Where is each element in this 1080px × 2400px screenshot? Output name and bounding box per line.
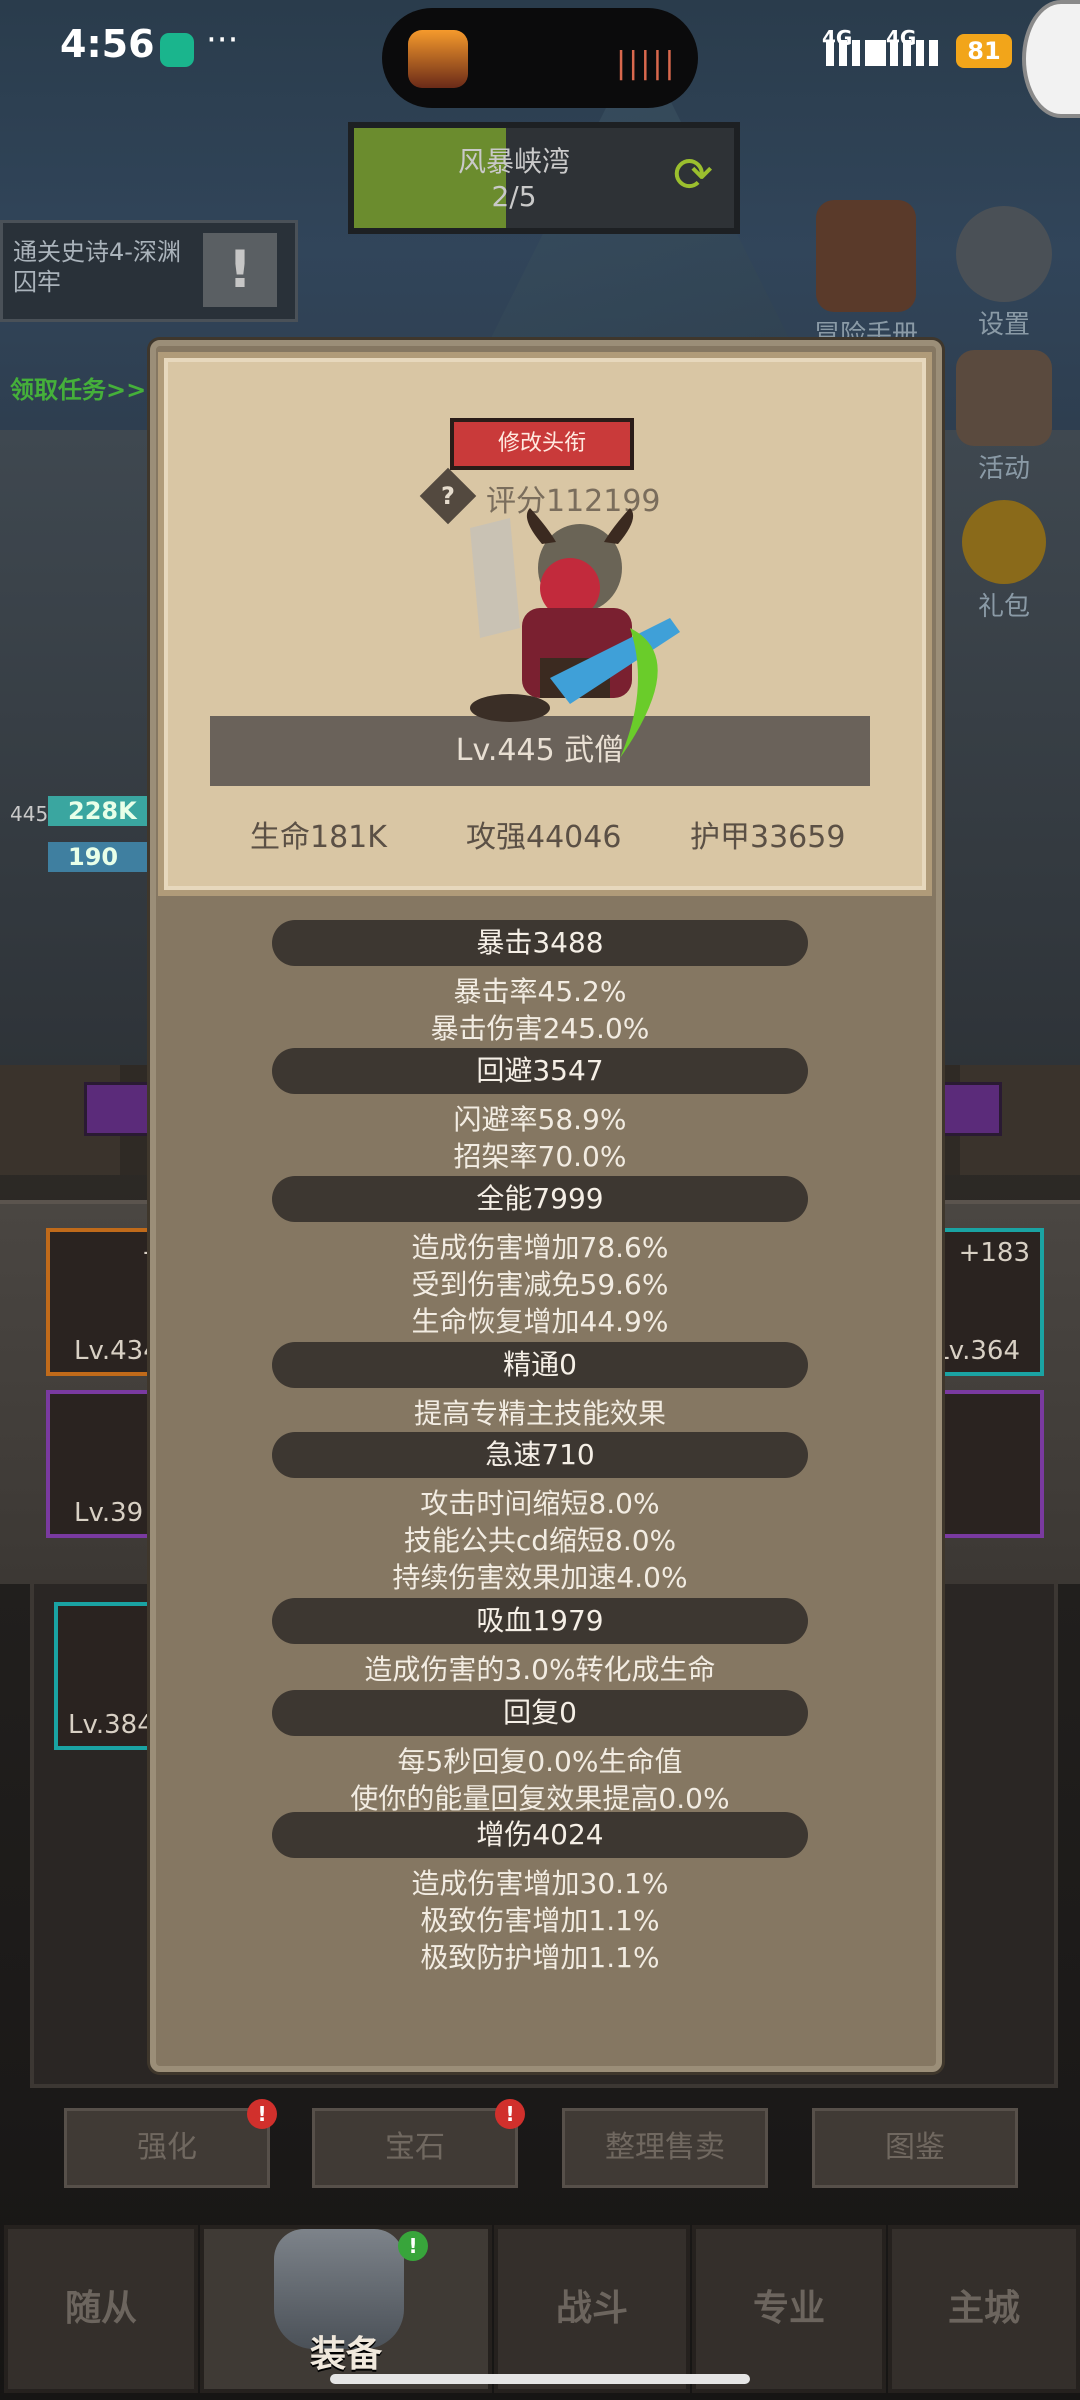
side-button-label: 设置 (977, 310, 1030, 340)
attack-stat: 攻强44046 (466, 820, 622, 855)
media-thumbnail (408, 30, 468, 88)
side-button-label: 活动 (977, 454, 1030, 484)
stat-line: 极致防护增加1.1% (420, 1941, 660, 1974)
nav-profession[interactable]: 专业 (692, 2225, 886, 2393)
stat-line: 提高专精主技能效果 (413, 1397, 666, 1430)
alert-badge: ! (398, 2231, 428, 2261)
life-stat: 生命181K (250, 820, 387, 855)
gift-icon (962, 500, 1046, 584)
hp-bar-secondary: 190 (48, 842, 148, 872)
battery-indicator: 81 (956, 34, 1012, 68)
stat-header-haste: 急速710 (272, 1432, 808, 1478)
nav-equipment[interactable]: 装备 ! (200, 2225, 492, 2393)
nav-label: 主城 (947, 2288, 1020, 2329)
armor-stat: 护甲33659 (690, 820, 846, 855)
stat-line: 暴击伤害245.0% (430, 1012, 650, 1045)
stat-line: 造成伤害增加78.6% (411, 1231, 669, 1264)
stat-header-damage-boost: 增伤4024 (272, 1812, 808, 1858)
nav-main-city[interactable]: 主城 (888, 2225, 1080, 2393)
more-notifications: ··· (206, 20, 239, 60)
gear-icon (956, 206, 1052, 302)
sort-sell-button[interactable]: 整理售卖 (562, 2108, 768, 2188)
stat-line: 持续伤害效果加速4.0% (392, 1561, 688, 1594)
slot-level: Lv.434 (74, 1336, 160, 1366)
signal-bars-icon (890, 40, 938, 66)
nav-followers[interactable]: 随从 (4, 2225, 198, 2393)
stat-line: 暴击率45.2% (453, 975, 627, 1008)
slot-level: Lv.39 (74, 1498, 144, 1528)
stat-line: 闪避率58.9% (453, 1103, 627, 1136)
stage-progress-bar[interactable]: 风暴峡湾 2/5 ⟳ (348, 122, 740, 234)
stat-line: 受到伤害减免59.6% (411, 1268, 669, 1301)
codex-label: 图鉴 (885, 2130, 945, 2165)
codex-button[interactable]: 图鉴 (812, 2108, 1018, 2188)
alert-badge: ! (495, 2099, 525, 2129)
stat-header-dodge: 回避3547 (272, 1048, 808, 1094)
book-icon (816, 200, 916, 312)
stat-header-regen: 回复0 (272, 1690, 808, 1736)
audio-wave-icon: ||||| (616, 46, 677, 81)
stat-line: 生命恢复增加44.9% (411, 1305, 669, 1338)
calendar-icon (956, 350, 1052, 446)
clock: 4:56 (60, 22, 155, 66)
home-indicator[interactable] (330, 2374, 750, 2384)
stat-header-crit: 暴击3488 (272, 920, 808, 966)
nav-label: 随从 (64, 2288, 137, 2329)
side-button-label: 礼包 (977, 592, 1030, 622)
nav-battle[interactable]: 战斗 (494, 2225, 690, 2393)
stage-name: 风暴峡湾 (457, 145, 570, 178)
enhance-button[interactable]: 强化 ! (64, 2099, 277, 2188)
stat-line: 攻击时间缩短8.0% (420, 1487, 660, 1520)
slot-plus: +183 (958, 1238, 1030, 1268)
stat-header-versatility: 全能7999 (272, 1176, 808, 1222)
stat-header-mastery: 精通0 (272, 1342, 808, 1388)
stat-header-lifesteal: 吸血1979 (272, 1598, 808, 1644)
alert-badge: ! (247, 2099, 277, 2129)
adventure-handbook-button[interactable]: 冒险手册 (806, 200, 926, 351)
quest-text: 通关史诗4-深渊囚牢 (13, 238, 181, 296)
slot-level: Lv.384 (68, 1710, 154, 1740)
app-notification-icon (160, 33, 194, 67)
signal-bars-icon (826, 40, 886, 66)
gem-label: 宝石 (385, 2130, 445, 2165)
nav-label: 专业 (752, 2288, 825, 2329)
gift-pack-button[interactable]: 礼包 (944, 500, 1064, 623)
settings-button[interactable]: 设置 (944, 206, 1064, 341)
stat-line: 极致伤害增加1.1% (420, 1904, 660, 1937)
nav-label: 战斗 (555, 2288, 628, 2329)
quest-tracker[interactable]: 通关史诗4-深渊囚牢 ! (0, 220, 298, 322)
enhance-label: 强化 (137, 2130, 197, 2165)
level-tag: 445 (10, 802, 49, 826)
enemy-bar-left (84, 1082, 160, 1136)
status-bar: 4:56 ··· ||||| 4G 4G 81 (0, 0, 1080, 118)
stat-line: 造成伤害的3.0%转化成生命 (364, 1653, 716, 1686)
stat-line: 招架率70.0% (453, 1140, 627, 1173)
refresh-icon[interactable]: ⟳ (666, 148, 720, 202)
claim-task-link[interactable]: 领取任务>> (10, 370, 146, 405)
stat-line: 技能公共cd缩短8.0% (403, 1524, 677, 1557)
hero-character-portrait (470, 508, 680, 758)
stat-line: 使你的能量回复效果提高0.0% (350, 1782, 730, 1815)
sort-sell-label: 整理售卖 (605, 2130, 725, 2165)
quest-alert-icon: ! (203, 233, 277, 307)
stat-line: 每5秒回复0.0%生命值 (397, 1745, 683, 1778)
edit-title-button[interactable]: 修改头衔 (450, 418, 634, 470)
gem-button[interactable]: 宝石 ! (312, 2099, 525, 2188)
activity-button[interactable]: 活动 (944, 350, 1064, 485)
stage-progress-text: 2/5 (491, 180, 537, 213)
slot-level: Lv.364 (934, 1336, 1020, 1366)
dynamic-island[interactable]: ||||| (382, 8, 698, 108)
hp-bar: 228K (48, 796, 148, 826)
stat-line: 造成伤害增加30.1% (411, 1867, 669, 1900)
